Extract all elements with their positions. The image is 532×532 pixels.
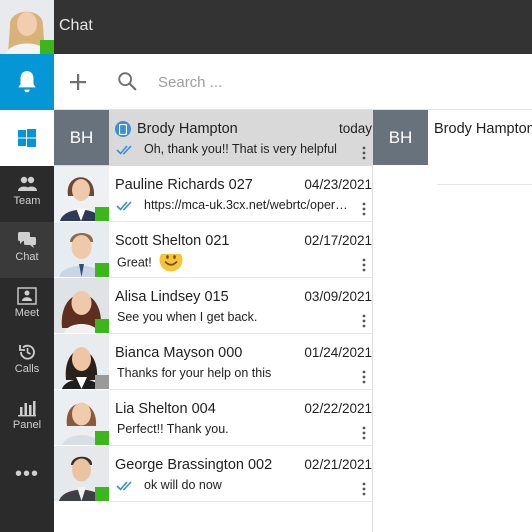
read-receipt-icon bbox=[116, 201, 132, 211]
more-vertical-icon[interactable] bbox=[362, 314, 366, 328]
contact-name: Alisa Lindsey 015 bbox=[115, 289, 229, 305]
presence-status-online bbox=[95, 207, 109, 221]
chat-list: BH Brody Hampton today Oh, thank you!! T… bbox=[54, 110, 372, 532]
nav-panel[interactable]: Panel bbox=[0, 390, 54, 446]
nav-meet[interactable]: Meet bbox=[0, 278, 54, 334]
message-date: 02/22/2021 bbox=[304, 401, 372, 416]
nav-panel-label: Panel bbox=[12, 419, 42, 431]
contact-name: Scott Shelton 021 bbox=[115, 233, 230, 249]
chat-list-item[interactable]: Pauline Richards 027 04/23/2021 https://… bbox=[54, 166, 372, 222]
meet-icon bbox=[17, 287, 37, 305]
chat-list-item[interactable]: Scott Shelton 021 02/17/2021 Great! bbox=[54, 222, 372, 278]
search-input[interactable] bbox=[158, 68, 518, 96]
conversation-divider bbox=[437, 184, 532, 185]
avatar-initials: BH bbox=[373, 110, 428, 165]
conversation-contact-name: Brody Hampton bbox=[434, 121, 532, 137]
more-vertical-icon[interactable] bbox=[362, 146, 366, 160]
more-vertical-icon[interactable] bbox=[362, 258, 366, 272]
user-avatar[interactable] bbox=[0, 0, 54, 54]
message-preview: ok will do now bbox=[144, 478, 222, 492]
chat-icon bbox=[18, 232, 36, 248]
more-vertical-icon[interactable] bbox=[362, 426, 366, 440]
bell-icon bbox=[18, 71, 36, 93]
read-receipt-icon bbox=[116, 145, 132, 155]
contact-name: Lia Shelton 004 bbox=[115, 401, 216, 417]
phone-icon bbox=[115, 121, 131, 137]
message-date: 03/09/2021 bbox=[304, 289, 372, 304]
message-preview: See you when I get back. bbox=[117, 310, 258, 324]
message-date: today bbox=[338, 121, 372, 136]
message-date: 02/21/2021 bbox=[304, 457, 372, 472]
nav-chat[interactable]: Chat bbox=[0, 222, 54, 278]
chat-list-item[interactable]: George Brassington 002 02/21/2021 ok wil… bbox=[54, 446, 372, 502]
contact-name: Bianca Mayson 000 bbox=[115, 345, 243, 361]
notifications-button[interactable] bbox=[0, 54, 54, 110]
panel-icon bbox=[18, 401, 36, 417]
user-status-indicator bbox=[40, 40, 54, 54]
message-preview: Great! bbox=[117, 254, 183, 272]
windows-app-button[interactable] bbox=[0, 110, 54, 166]
more-vertical-icon[interactable] bbox=[362, 482, 366, 496]
message-date: 02/17/2021 bbox=[304, 233, 372, 248]
conversation-header: BH Brody Hampton bbox=[373, 110, 532, 166]
app-window: Chat Team Chat Meet Calls Panel ••• Sear… bbox=[0, 0, 532, 532]
message-date: 01/24/2021 bbox=[304, 345, 372, 360]
contact-name: Brody Hampton bbox=[137, 121, 238, 137]
chat-list-item[interactable]: BH Brody Hampton today Oh, thank you!! T… bbox=[54, 110, 372, 166]
presence-status-online bbox=[95, 263, 109, 277]
nav-team-label: Team bbox=[13, 195, 41, 207]
history-icon bbox=[19, 344, 35, 360]
more-vertical-icon[interactable] bbox=[362, 370, 366, 384]
more-options-button[interactable]: ••• bbox=[0, 446, 54, 502]
presence-status-online bbox=[95, 431, 109, 445]
chat-list-item[interactable]: Lia Shelton 004 02/22/2021 Perfect!! Tha… bbox=[54, 390, 372, 446]
windows-icon bbox=[18, 129, 36, 147]
message-preview: https://mca-uk.3cx.net/webrtc/operator bbox=[144, 198, 350, 212]
nav-calls[interactable]: Calls bbox=[0, 334, 54, 390]
contact-name: George Brassington 002 bbox=[115, 457, 273, 473]
message-preview-text: Great! bbox=[117, 255, 152, 270]
presence-status-away bbox=[95, 375, 109, 389]
row-divider bbox=[109, 501, 372, 502]
read-receipt-icon bbox=[116, 481, 132, 491]
top-bar: Chat bbox=[0, 0, 532, 54]
conversation-pane: BH Brody Hampton bbox=[372, 110, 532, 532]
avatar-initials: BH bbox=[54, 110, 109, 165]
chat-list-item[interactable]: Alisa Lindsey 015 03/09/2021 See you whe… bbox=[54, 278, 372, 334]
more-vertical-icon[interactable] bbox=[362, 202, 366, 216]
nav-team[interactable]: Team bbox=[0, 166, 54, 222]
search-icon[interactable] bbox=[116, 70, 138, 92]
smile-emoji-icon bbox=[159, 254, 183, 272]
contact-name: Pauline Richards 027 bbox=[115, 177, 253, 193]
chat-toolbar bbox=[54, 54, 532, 110]
message-date: 04/23/2021 bbox=[304, 177, 372, 192]
message-preview: Oh, thank you!! That is very helpful bbox=[144, 142, 337, 156]
message-preview: Thanks for your help on this bbox=[117, 366, 272, 380]
add-chat-button[interactable] bbox=[66, 70, 90, 94]
left-navigation: Team Chat Meet Calls Panel ••• bbox=[0, 54, 54, 532]
team-icon bbox=[18, 176, 37, 191]
nav-meet-label: Meet bbox=[14, 307, 40, 319]
presence-status-online bbox=[95, 487, 109, 501]
presence-status-online bbox=[95, 319, 109, 333]
nav-chat-label: Chat bbox=[15, 251, 39, 263]
message-preview: Perfect!! Thank you. bbox=[117, 422, 229, 436]
page-title: Chat bbox=[59, 17, 93, 34]
chat-list-item[interactable]: Bianca Mayson 000 01/24/2021 Thanks for … bbox=[54, 334, 372, 390]
nav-calls-label: Calls bbox=[14, 363, 40, 375]
